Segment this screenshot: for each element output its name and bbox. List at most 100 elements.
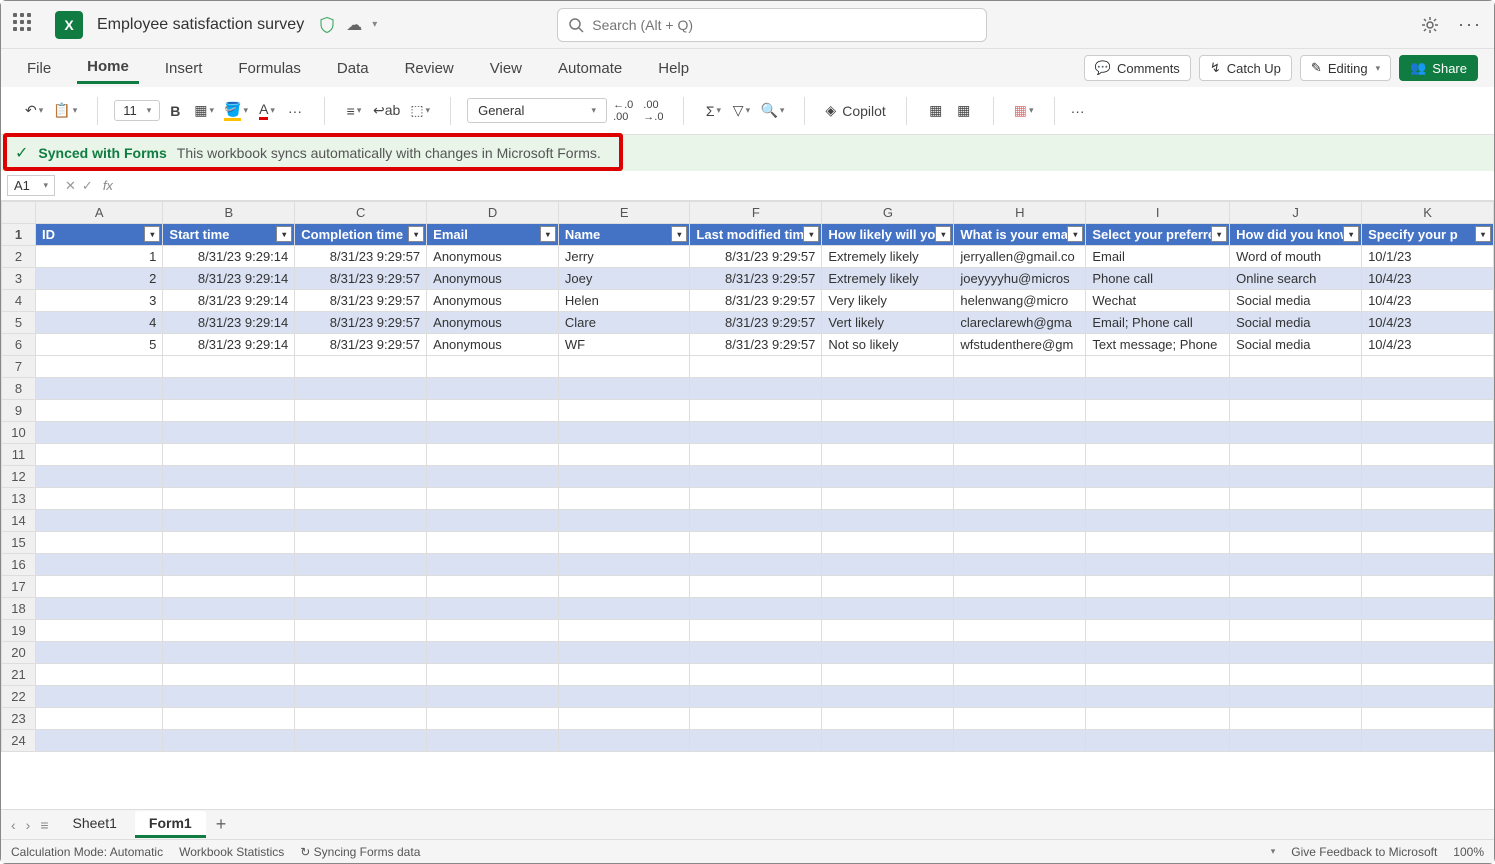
increase-decimal-button[interactable]: ←.0.00 [609,96,637,126]
cell[interactable]: Not so likely [822,334,954,356]
paste-button[interactable]: 📋▾ [49,96,81,126]
cell[interactable] [1230,422,1362,444]
cell[interactable] [163,642,295,664]
tab-help[interactable]: Help [648,54,699,83]
row-header[interactable]: 23 [2,708,36,730]
cell[interactable] [1230,444,1362,466]
row-header[interactable]: 11 [2,444,36,466]
search-input[interactable] [592,17,976,33]
col-header-K[interactable]: K [1362,202,1494,224]
col-header-B[interactable]: B [163,202,295,224]
row-header[interactable]: 18 [2,598,36,620]
sort-filter-button[interactable]: ▽▾ [728,96,754,126]
decrease-decimal-button[interactable]: .00→.0 [639,96,667,126]
cell[interactable] [558,466,690,488]
cell[interactable] [1362,356,1494,378]
tab-insert[interactable]: Insert [155,54,213,83]
filter-dropdown-icon[interactable]: ▾ [276,226,292,242]
tab-home[interactable]: Home [77,52,139,84]
cell[interactable] [822,598,954,620]
cell[interactable] [1230,686,1362,708]
cell[interactable] [1362,510,1494,532]
cell[interactable]: Anonymous [427,312,559,334]
number-format-dropdown[interactable]: General▾ [467,98,607,123]
cell[interactable] [1086,554,1230,576]
cell[interactable] [954,642,1086,664]
cell[interactable] [1086,708,1230,730]
cell[interactable] [1362,378,1494,400]
cell[interactable]: 1 [35,246,162,268]
row-header[interactable]: 1 [2,224,36,246]
cell[interactable]: 8/31/23 9:29:57 [690,268,822,290]
fx-icon[interactable]: fx [103,178,113,193]
cell[interactable] [690,400,822,422]
cell[interactable] [1362,554,1494,576]
cell[interactable] [558,378,690,400]
cell[interactable] [1086,466,1230,488]
font-color-button[interactable]: A▾ [254,96,280,126]
cell[interactable] [558,642,690,664]
cell[interactable] [558,400,690,422]
table-header-cell[interactable]: Name▾ [558,224,690,246]
comments-button[interactable]: 💬Comments [1084,55,1191,81]
cell[interactable] [1230,488,1362,510]
cell[interactable]: Helen [558,290,690,312]
cell[interactable] [954,356,1086,378]
enter-formula-icon[interactable]: ✓ [82,178,93,194]
cell[interactable] [690,642,822,664]
cell[interactable] [1086,378,1230,400]
cell[interactable] [954,422,1086,444]
cell[interactable] [35,532,162,554]
cell[interactable] [295,444,427,466]
cell[interactable] [690,686,822,708]
cell[interactable]: Very likely [822,290,954,312]
catchup-button[interactable]: ↯Catch Up [1199,55,1292,81]
undo-button[interactable]: ↶▾ [21,96,47,126]
table-header-cell[interactable]: Specify your p▾ [1362,224,1494,246]
cell[interactable] [954,576,1086,598]
cell[interactable]: Vert likely [822,312,954,334]
cell[interactable] [35,378,162,400]
cell[interactable]: 8/31/23 9:29:14 [163,268,295,290]
cell[interactable]: Clare [558,312,690,334]
cell[interactable] [1362,422,1494,444]
cell[interactable] [163,598,295,620]
cell[interactable] [558,356,690,378]
col-header-H[interactable]: H [954,202,1086,224]
cell[interactable] [558,532,690,554]
tab-file[interactable]: File [17,54,61,83]
cell[interactable]: Extremely likely [822,246,954,268]
cell[interactable] [690,466,822,488]
name-box[interactable]: A1▾ [7,175,55,196]
sheet-prev-icon[interactable]: ‹ [11,817,16,833]
cell[interactable] [427,444,559,466]
cell[interactable] [427,686,559,708]
find-button[interactable]: 🔍▾ [756,96,788,126]
cell[interactable] [1230,576,1362,598]
cell[interactable] [427,488,559,510]
col-header-E[interactable]: E [558,202,690,224]
cell[interactable]: Email [1086,246,1230,268]
cell[interactable] [558,620,690,642]
cell[interactable] [35,708,162,730]
cell[interactable] [163,664,295,686]
table-header-cell[interactable]: How likely will you▾ [822,224,954,246]
cell[interactable] [954,400,1086,422]
row-header[interactable]: 14 [2,510,36,532]
format-table-button[interactable]: ▦▾ [1010,96,1038,126]
row-header[interactable]: 3 [2,268,36,290]
cell[interactable] [163,686,295,708]
cell[interactable] [1362,686,1494,708]
cell[interactable] [1086,576,1230,598]
cell[interactable] [558,686,690,708]
app-launcher-icon[interactable] [13,13,37,37]
cell[interactable] [295,554,427,576]
cell[interactable] [427,642,559,664]
cell[interactable] [35,510,162,532]
cell[interactable]: 8/31/23 9:29:57 [690,334,822,356]
filter-dropdown-icon[interactable]: ▾ [540,226,556,242]
cell[interactable] [690,356,822,378]
spreadsheet-grid[interactable]: ABCDEFGHIJK1ID▾Start time▾Completion tim… [1,201,1494,815]
cell[interactable] [822,730,954,752]
col-header-D[interactable]: D [427,202,559,224]
